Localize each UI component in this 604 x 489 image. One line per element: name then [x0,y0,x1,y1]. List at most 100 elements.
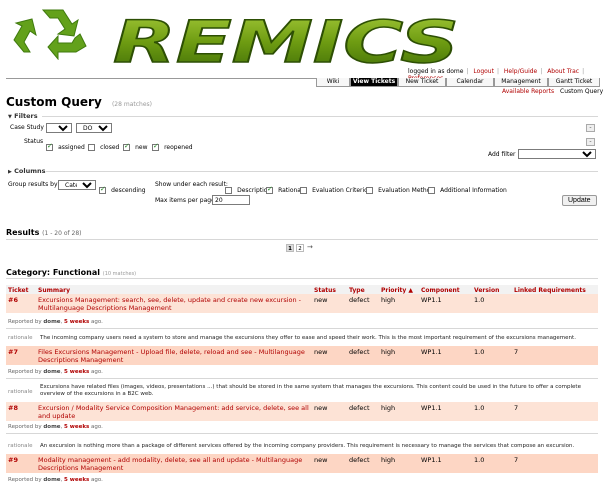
checkbox-descending[interactable] [99,185,106,194]
checkbox-closed[interactable] [88,144,95,151]
checkbox-reopened[interactable] [152,142,159,151]
reported-by-text: Reported by [8,369,42,375]
ticket-priority: high [381,296,396,304]
group-by-select[interactable]: Category [58,180,96,190]
show-eval-criterion-label: Evaluation Criterion [312,187,372,194]
ticket-version: 1.0 [474,404,485,412]
ticket-number[interactable]: #7 [8,348,18,356]
case-study-operator-select[interactable]: is [46,123,72,133]
ticket-number[interactable]: #9 [8,456,18,464]
nav-new-ticket[interactable]: New Ticket [398,78,446,87]
reported-line: Reported by dome, 5 weeks ago. [8,319,103,325]
age-link[interactable]: 5 weeks [64,424,89,430]
max-items-input[interactable] [212,195,250,205]
ticket-status: new [314,296,328,304]
col-version[interactable]: Version [474,287,499,294]
row-divider [6,378,598,379]
add-filter-label: Add filter [488,151,516,158]
status-new-label: new [135,144,148,151]
category-heading: Category: Functional (10 matches) [6,268,136,277]
about-link[interactable]: About Trac [547,68,579,75]
reported-line: Reported by dome, 5 weeks ago. [8,369,103,375]
available-reports-link[interactable]: Available Reports [502,88,554,95]
status-assigned-label: assigned [58,144,85,151]
row-divider [6,433,598,434]
nav-calendar[interactable]: Calendar [446,78,494,87]
ticket-summary[interactable]: Excursion / Modality Service Composition… [38,404,310,420]
age-link[interactable]: 5 weeks [64,477,89,483]
ticket-summary[interactable]: Files Excursions Management - Upload fil… [38,348,310,364]
ticket-summary[interactable]: Excursions Management: search, see, dele… [38,296,310,312]
checkbox-additional-info[interactable] [428,187,435,194]
col-component[interactable]: Component [421,287,460,294]
status-option-reopened[interactable]: reopened [152,137,193,156]
ticket-number[interactable]: #8 [8,404,18,412]
case-study-value-select[interactable]: DOME [76,123,112,133]
show-additional-info-option[interactable]: Additional Information [428,180,507,199]
remics-logo-text: REMICS [113,14,459,70]
remics-logo-wordmark: REMICS [112,14,460,70]
results-range: (1 - 20 of 28) [42,230,82,237]
update-button[interactable]: Update [562,195,597,206]
checkbox-assigned[interactable] [46,142,53,151]
group-by-label: Group results by [8,181,58,188]
status-closed-label: closed [100,144,120,151]
nav-wiki[interactable]: Wiki [316,78,350,87]
results-heading: Results (1 - 20 of 28) [6,228,82,237]
ticket-type: defect [349,456,370,464]
page-2[interactable]: 2 [296,244,304,252]
ticket-number[interactable]: #6 [8,296,18,304]
ticket-linked: 7 [514,456,519,464]
help-link[interactable]: Help/Guide [504,68,537,75]
logout-link[interactable]: Logout [473,68,494,75]
checkbox-eval-criterion[interactable] [300,187,307,194]
ticket-component: WP1.1 [421,456,442,464]
ticket-version: 1.0 [474,456,485,464]
col-ticket[interactable]: Ticket [8,287,28,294]
checkbox-rationale[interactable] [266,185,273,194]
descending-label: descending [111,187,146,194]
checkbox-eval-method[interactable] [366,187,373,194]
max-items-label: Max items per page [155,197,215,204]
status-option-closed[interactable]: closed [88,137,119,156]
next-page-arrow-icon[interactable]: → [307,243,313,251]
rationale-label: rationale [8,443,33,449]
reported-line: Reported by dome, 5 weeks ago. [8,477,103,483]
status-option-new[interactable]: new [123,137,148,156]
ticket-status: new [314,456,328,464]
page-1[interactable]: 1 [286,244,294,252]
nav-management[interactable]: Management [494,78,548,87]
columns-legend[interactable]: ▶ Columns [8,167,46,175]
reporter: dome [43,424,61,430]
remove-case-study-filter-button[interactable]: - [586,124,595,132]
col-priority[interactable]: Priority ▲ [381,287,413,294]
checkbox-description[interactable] [225,187,232,194]
reported-by-text: Reported by [8,319,42,325]
descending-option[interactable]: descending [99,180,146,199]
show-eval-criterion-option[interactable]: Evaluation Criterion [300,180,372,199]
checkbox-new[interactable] [123,142,130,151]
expand-arrow-icon: ▼ [8,114,12,120]
ticket-linked: 7 [514,348,519,356]
nav-view-tickets[interactable]: View Tickets [350,78,398,87]
remove-status-filter-button[interactable]: - [586,138,595,146]
rationale-text: An excursion is nothing more than a pack… [40,443,575,449]
ticket-summary[interactable]: Modality management - add modality, dele… [38,456,310,472]
col-type[interactable]: Type [349,287,365,294]
ago-text: ago. [91,424,103,430]
filters-legend[interactable]: ▼ Filters [8,112,38,120]
reported-line: Reported by dome, 5 weeks ago. [8,424,103,430]
ticket-priority: high [381,348,396,356]
nav-gantt-ticket[interactable]: Gantt Ticket [548,78,600,87]
show-additional-info-label: Additional Information [440,187,507,194]
status-option-assigned[interactable]: assigned [46,137,85,156]
age-link[interactable]: 5 weeks [64,319,89,325]
custom-query-link[interactable]: Custom Query [560,88,603,95]
col-linked-requirements[interactable]: Linked Requirements [514,287,586,294]
add-filter-select[interactable] [518,149,596,159]
col-status[interactable]: Status [314,287,336,294]
age-link[interactable]: 5 weeks [64,369,89,375]
col-summary[interactable]: Summary [38,287,70,294]
ticket-component: WP1.1 [421,348,442,356]
show-eval-method-option[interactable]: Evaluation Method [366,180,434,199]
